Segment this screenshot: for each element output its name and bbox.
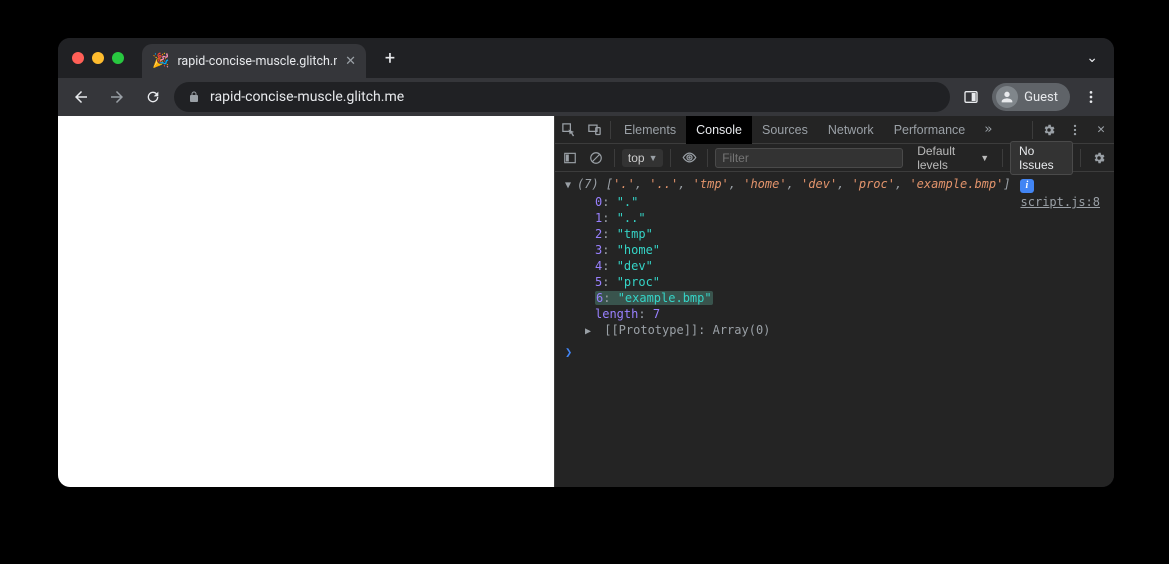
tab-favicon: 🎉	[152, 53, 169, 69]
console-settings-icon[interactable]	[1088, 144, 1110, 172]
array-preview-item: '.'	[613, 177, 635, 191]
content-area: Elements Console Sources Network Perform…	[58, 116, 1114, 487]
browser-window: 🎉 rapid-concise-muscle.glitch.m ✕ + ⌄ ra…	[58, 38, 1114, 487]
page-viewport[interactable]	[58, 116, 554, 487]
browser-toolbar: rapid-concise-muscle.glitch.me Guest	[58, 78, 1114, 116]
devtools-tabstrip: Elements Console Sources Network Perform…	[555, 116, 1114, 144]
array-value: "example.bmp"	[618, 291, 712, 305]
devtools-settings-icon[interactable]	[1036, 116, 1062, 144]
arrow-right-icon	[108, 88, 126, 106]
collapse-caret-icon[interactable]	[565, 178, 577, 194]
tab-strip: 🎉 rapid-concise-muscle.glitch.m ✕ + ⌄	[58, 38, 1114, 78]
profile-chip[interactable]: Guest	[992, 83, 1070, 111]
url-text: rapid-concise-muscle.glitch.me	[210, 89, 404, 105]
source-link[interactable]: script.js:8	[1021, 194, 1100, 210]
menu-button[interactable]	[1076, 82, 1106, 112]
new-tab-button[interactable]: +	[376, 44, 404, 72]
context-label: top	[628, 151, 645, 165]
minimize-window-button[interactable]	[92, 52, 104, 64]
array-preview-item: 'tmp'	[693, 177, 729, 191]
prototype-row[interactable]: [[Prototype]]: Array(0)	[565, 322, 1104, 340]
tab-sources[interactable]: Sources	[752, 116, 818, 144]
context-selector[interactable]: top ▼	[622, 149, 664, 167]
array-value: "dev"	[617, 259, 653, 273]
console-output[interactable]: (7) ['.', '..', 'tmp', 'home', 'dev', 'p…	[555, 172, 1114, 487]
window-controls	[72, 52, 124, 64]
chevron-down-icon: ▼	[649, 153, 658, 163]
tab-console[interactable]: Console	[686, 116, 752, 144]
array-summary-row[interactable]: (7) ['.', '..', 'tmp', 'home', 'dev', 'p…	[565, 176, 1104, 194]
array-item-row[interactable]: 1: ".."	[565, 210, 1104, 226]
device-toggle-icon[interactable]	[581, 116, 607, 144]
array-item-row[interactable]: 2: "tmp"	[565, 226, 1104, 242]
tab-performance[interactable]: Performance	[884, 116, 976, 144]
info-badge-icon[interactable]: i	[1020, 179, 1034, 193]
array-preview-item: 'example.bmp'	[909, 177, 1003, 191]
close-tab-icon[interactable]: ✕	[345, 54, 356, 69]
array-item-row[interactable]: 3: "home"	[565, 242, 1104, 258]
tab-title: rapid-concise-muscle.glitch.m	[177, 54, 337, 69]
array-preview-item: 'proc'	[852, 177, 895, 191]
reload-button[interactable]	[138, 82, 168, 112]
close-window-button[interactable]	[72, 52, 84, 64]
expand-caret-icon[interactable]	[585, 324, 597, 340]
length-key: length	[595, 307, 638, 321]
profile-label: Guest	[1024, 90, 1058, 105]
tab-network[interactable]: Network	[818, 116, 884, 144]
browser-tab[interactable]: 🎉 rapid-concise-muscle.glitch.m ✕	[142, 44, 366, 78]
side-panel-icon[interactable]	[956, 82, 986, 112]
address-bar[interactable]: rapid-concise-muscle.glitch.me	[174, 82, 950, 112]
chevron-down-icon: ▼	[980, 153, 989, 163]
array-preview-item: '..'	[649, 177, 678, 191]
tab-elements[interactable]: Elements	[614, 116, 686, 144]
prototype-value: Array(0)	[713, 323, 771, 337]
live-expression-icon[interactable]	[678, 144, 700, 172]
array-preview-item: 'home'	[743, 177, 786, 191]
console-toolbar: top ▼ Default levels ▼ No Issues	[555, 144, 1114, 172]
toggle-sidebar-icon[interactable]	[559, 144, 581, 172]
array-value: "."	[617, 195, 639, 209]
devtools-panel: Elements Console Sources Network Perform…	[554, 116, 1114, 487]
prototype-label: [[Prototype]]	[604, 323, 698, 337]
array-item-row[interactable]: 4: "dev"	[565, 258, 1104, 274]
back-button[interactable]	[66, 82, 96, 112]
array-length-row[interactable]: length: 7	[565, 306, 1104, 322]
tabs-overflow-icon[interactable]: »	[975, 116, 1001, 144]
log-levels-dropdown[interactable]: Default levels ▼	[917, 144, 989, 172]
forward-button[interactable]	[102, 82, 132, 112]
array-item-row[interactable]: 5: "proc"	[565, 274, 1104, 290]
levels-label: Default levels	[917, 144, 976, 172]
kebab-icon	[1083, 89, 1099, 105]
array-value: "tmp"	[617, 227, 653, 241]
avatar-icon	[996, 86, 1018, 108]
array-count: (7)	[577, 177, 599, 191]
clear-console-icon[interactable]	[585, 144, 607, 172]
length-value: 7	[653, 307, 660, 321]
reload-icon	[145, 89, 161, 105]
arrow-left-icon	[72, 88, 90, 106]
devtools-menu-icon[interactable]	[1062, 116, 1088, 144]
inspect-element-icon[interactable]	[555, 116, 581, 144]
devtools-close-icon[interactable]: ✕	[1088, 116, 1114, 144]
lock-icon	[188, 91, 200, 103]
filter-input[interactable]	[715, 148, 903, 168]
prompt-icon: ❯	[565, 345, 572, 359]
array-value: ".."	[617, 211, 646, 225]
maximize-window-button[interactable]	[112, 52, 124, 64]
console-prompt[interactable]: ❯	[565, 344, 1104, 360]
tab-overflow-icon[interactable]: ⌄	[1086, 50, 1098, 66]
array-value: "home"	[617, 243, 660, 257]
array-preview-item: 'dev'	[801, 177, 837, 191]
array-value: "proc"	[617, 275, 660, 289]
array-item-row[interactable]: 6: "example.bmp"	[565, 290, 1104, 306]
issues-button[interactable]: No Issues	[1010, 141, 1073, 175]
